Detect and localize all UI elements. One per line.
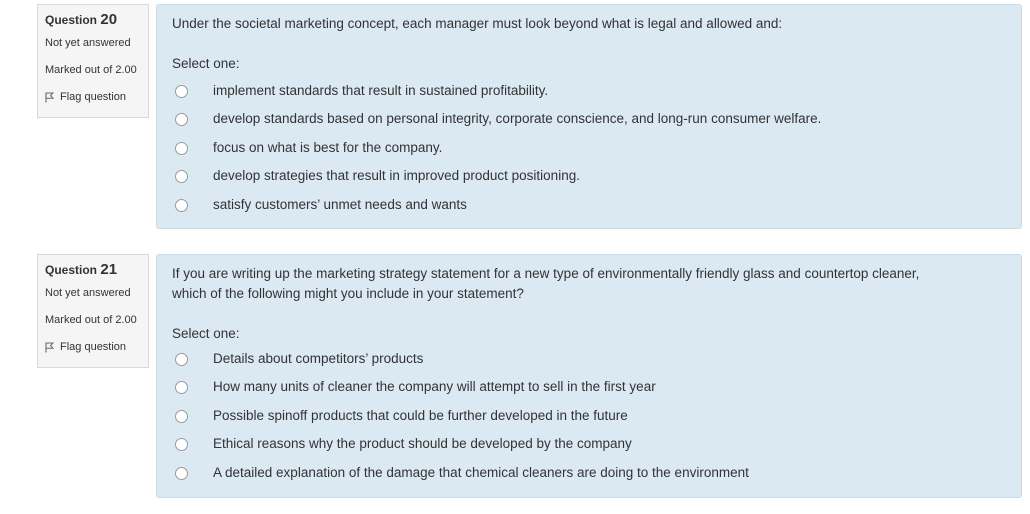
flag-icon <box>45 342 54 353</box>
answer-option[interactable]: Details about competitors’ products <box>175 349 423 369</box>
question-content-20: Under the societal marketing concept, ea… <box>156 4 1022 229</box>
question-label: Question <box>45 263 98 277</box>
answer-option[interactable]: Ethical reasons why the product should b… <box>175 434 632 454</box>
radio-button[interactable] <box>175 352 188 366</box>
question-label: Question <box>45 13 98 27</box>
flag-question-label[interactable]: Flag question <box>60 341 126 354</box>
flag-question-link[interactable]: Flag question <box>45 91 148 104</box>
answer-label[interactable]: Possible spinoff products that could be … <box>213 406 628 426</box>
answer-label[interactable]: develop standards based on personal inte… <box>213 109 821 129</box>
question-info-21: Question 21 Not yet answered Marked out … <box>37 254 149 368</box>
answer-option[interactable]: Possible spinoff products that could be … <box>175 406 628 426</box>
question-state: Not yet answered <box>45 37 131 49</box>
answer-option[interactable]: develop standards based on personal inte… <box>175 109 821 129</box>
question-content-21: If you are writing up the marketing stra… <box>156 254 1022 498</box>
question-info-20: Question 20 Not yet answered Marked out … <box>37 4 149 118</box>
answer-label[interactable]: focus on what is best for the company. <box>213 138 442 158</box>
radio-button[interactable] <box>175 84 188 98</box>
radio-button[interactable] <box>175 409 188 423</box>
question-number: Question 20 <box>45 12 148 28</box>
answer-option[interactable]: How many units of cleaner the company wi… <box>175 377 656 397</box>
question-grade: Marked out of 2.00 <box>45 64 137 76</box>
question-text: Under the societal marketing concept, ea… <box>172 14 782 34</box>
select-prompt: Select one: <box>172 326 240 341</box>
question-text-line: If you are writing up the marketing stra… <box>172 266 920 281</box>
answer-label[interactable]: Details about competitors’ products <box>213 349 423 369</box>
question-text-line: Under the societal marketing concept, ea… <box>172 16 783 31</box>
question-number-value: 20 <box>100 11 118 28</box>
radio-button[interactable] <box>175 437 188 451</box>
question-state: Not yet answered <box>45 287 131 299</box>
answer-label[interactable]: A detailed explanation of the damage tha… <box>213 463 749 483</box>
answer-option[interactable]: A detailed explanation of the damage tha… <box>175 463 749 483</box>
flag-icon <box>45 92 54 103</box>
radio-button[interactable] <box>175 141 188 155</box>
answer-option[interactable]: focus on what is best for the company. <box>175 138 442 158</box>
select-prompt: Select one: <box>172 56 240 71</box>
flag-question-link[interactable]: Flag question <box>45 341 148 354</box>
radio-button[interactable] <box>175 466 188 480</box>
answer-label[interactable]: satisfy customers’ unmet needs and wants <box>213 195 467 215</box>
question-text: If you are writing up the marketing stra… <box>172 264 919 304</box>
question-text-line: which of the following might you include… <box>172 286 524 301</box>
answer-label[interactable]: develop strategies that result in improv… <box>213 166 580 186</box>
answer-option[interactable]: develop strategies that result in improv… <box>175 166 580 186</box>
question-grade: Marked out of 2.00 <box>45 314 137 326</box>
question-number-value: 21 <box>100 261 118 278</box>
question-number: Question 21 <box>45 262 148 278</box>
answer-option[interactable]: satisfy customers’ unmet needs and wants <box>175 195 467 215</box>
radio-button[interactable] <box>175 380 188 394</box>
answer-label[interactable]: implement standards that result in susta… <box>213 81 548 101</box>
flag-question-label[interactable]: Flag question <box>60 91 126 104</box>
answer-option[interactable]: implement standards that result in susta… <box>175 81 548 101</box>
radio-button[interactable] <box>175 169 188 183</box>
answer-label[interactable]: Ethical reasons why the product should b… <box>213 434 632 454</box>
radio-button[interactable] <box>175 198 188 212</box>
answer-label[interactable]: How many units of cleaner the company wi… <box>213 377 656 397</box>
radio-button[interactable] <box>175 112 188 126</box>
